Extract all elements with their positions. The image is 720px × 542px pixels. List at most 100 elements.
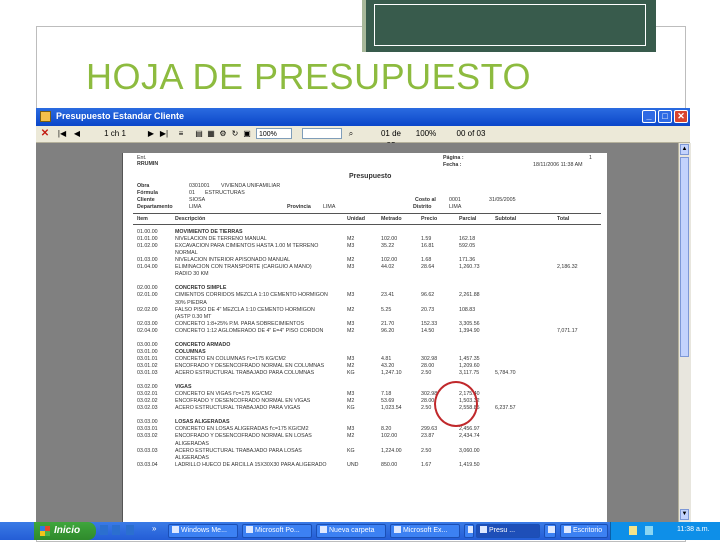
company-name: RRUMIN: [137, 161, 159, 167]
table-row: 03.03.02 ENCOFRADO Y DESENCOFRADO NORMAL …: [123, 433, 607, 440]
tray-icon[interactable]: [629, 526, 637, 535]
table-row: 02.01.00 CIMIENTOS CORRIDOS MEZCLA 1:10 C…: [123, 292, 607, 299]
report-viewer-window[interactable]: Presupuesto Estandar Cliente _ □ ✕ ✕ |◀ …: [36, 108, 691, 522]
taskbar-button[interactable]: Microsoft Ex...: [390, 524, 460, 538]
row-item: 02.00.00: [137, 285, 158, 292]
row-unit: KG: [347, 405, 355, 412]
row-parcial: 1,260.73: [459, 264, 480, 271]
find-input[interactable]: [302, 128, 342, 139]
export-icon[interactable]: ▦: [206, 128, 216, 140]
row-description: EXCAVACION PARA CIMIENTOS HASTA 1.00 M T…: [175, 243, 319, 250]
row-description: MOVIMIENTO DE TIERRAS: [175, 229, 243, 235]
window-title: Presupuesto Estandar Cliente: [56, 111, 185, 121]
minimize-button[interactable]: _: [642, 110, 656, 123]
row-precio: 23.87: [421, 433, 435, 440]
row-unit: M2: [347, 398, 355, 405]
row-item: 03.01.02: [137, 362, 158, 369]
binoculars-icon[interactable]: ⌕: [346, 128, 356, 140]
row-metrado: 53.69: [381, 398, 395, 405]
window-titlebar[interactable]: Presupuesto Estandar Cliente _ □ ✕: [36, 108, 690, 126]
row-precio: 2.50: [421, 370, 432, 376]
scroll-up-button[interactable]: ▲: [680, 144, 689, 155]
row-unit: M2: [347, 327, 355, 334]
obra-value: VIVIENDA UNIFAMILIAR: [221, 183, 281, 189]
row-total: 2,186.32: [557, 264, 578, 271]
window-icon: [246, 526, 253, 533]
tray-icon[interactable]: [645, 526, 653, 535]
taskbar-button[interactable]: [544, 524, 556, 538]
first-page-button[interactable]: |◀: [56, 128, 68, 140]
obra-label: Obra: [137, 183, 150, 189]
document-area[interactable]: Ent. RRUMIN Página : 1 Fecha : 18/11/200…: [36, 143, 678, 522]
row-precio: 28.00: [421, 362, 435, 369]
report-toolbar: ✕ |◀ ◀ 1 ch 1 ▶ ▶| ≡ ▤ ▦ ⚙ ↻ ▣ 100% ⌕ 01…: [36, 126, 690, 150]
close-window-button[interactable]: ✕: [674, 110, 688, 123]
last-page-button[interactable]: ▶|: [158, 128, 170, 140]
print-icon[interactable]: ▤: [194, 128, 204, 140]
row-unit: M2: [347, 306, 355, 313]
costo-label: Costo al: [415, 197, 436, 203]
taskbar-button-label: Presu ...: [489, 527, 516, 534]
col-total: Total: [557, 216, 570, 222]
taskbar-button[interactable]: Presu ...: [476, 524, 540, 538]
window-icon: [548, 526, 555, 533]
taskbar-button[interactable]: [464, 524, 474, 538]
next-page-button[interactable]: ▶: [146, 128, 156, 140]
quicklaunch-icon[interactable]: [100, 525, 108, 535]
tree-icon[interactable]: ▣: [242, 128, 252, 140]
row-precio: 299.63: [421, 426, 438, 433]
system-tray: 11:38 a.m.: [610, 522, 720, 540]
row-item: 03.02.02: [137, 398, 158, 405]
taskbar-button[interactable]: Microsoft Po...: [242, 524, 312, 538]
taskbar-button[interactable]: Escritorio: [560, 524, 608, 538]
vertical-scrollbar[interactable]: ▲ ▼: [678, 143, 691, 522]
window-icon: [320, 526, 327, 533]
row-precio: 20.73: [421, 306, 435, 313]
quicklaunch-icon[interactable]: [112, 525, 120, 535]
window-icon: [394, 526, 401, 533]
setup-icon[interactable]: ⚙: [218, 128, 228, 140]
table-row: [123, 335, 607, 342]
row-unit: M2: [347, 257, 355, 264]
quicklaunch-more[interactable]: »: [152, 524, 156, 533]
table-row: 03.02.02 ENCOFRADO Y DESENCOFRADO NORMAL …: [123, 398, 607, 405]
row-precio: 302.98: [421, 355, 438, 362]
row-unit: KG: [347, 370, 355, 376]
taskbar-button[interactable]: Windows Me...: [168, 524, 238, 538]
scroll-down-button[interactable]: ▼: [680, 509, 689, 520]
row-description: FALSO PISO DE 4" MEZCLA 1:10 CEMENTO HOR…: [175, 306, 315, 313]
zoom-select[interactable]: 100%: [256, 128, 292, 139]
app-icon: [40, 111, 51, 122]
start-label: Inicio: [54, 525, 81, 536]
quicklaunch-icon[interactable]: [126, 525, 134, 535]
row-parcial: 592.05: [459, 243, 476, 250]
window-icon: [564, 526, 571, 533]
maximize-button[interactable]: □: [658, 110, 672, 123]
table-row: 03.01.02 ENCOFRADO Y DESENCOFRADO NORMAL …: [123, 363, 607, 370]
start-button[interactable]: Inicio: [34, 522, 96, 540]
provincia-value: LIMA: [323, 204, 336, 210]
row-precio: 14.50: [421, 327, 435, 334]
row-description: ALIGERADAS: [175, 454, 209, 461]
row-item: 03.01.03: [137, 370, 158, 376]
row-unit: M3: [347, 292, 355, 299]
report-heading: Presupuesto: [349, 173, 392, 180]
row-item: 02.04.00: [137, 327, 158, 334]
row-description: COLUMNAS: [175, 348, 206, 355]
row-precio: 152.33: [421, 320, 438, 327]
scroll-thumb[interactable]: [680, 157, 689, 357]
window-icon: [172, 526, 179, 533]
taskbar-button-label: Nueva carpeta: [329, 527, 375, 534]
row-description: 30% PIEDRA: [175, 299, 207, 306]
row-parcial: 1,209.60: [459, 362, 480, 369]
stop-icon[interactable]: ≡: [176, 128, 186, 140]
row-description: ENCOFRADO Y DESENCOFRADO NORMAL EN COLUM…: [175, 362, 325, 369]
refresh-icon[interactable]: ↻: [230, 128, 240, 140]
taskbar-button[interactable]: Nueva carpeta: [316, 524, 386, 538]
prev-page-button[interactable]: ◀: [72, 128, 82, 140]
table-row: 03.02.00 VIGAS: [123, 384, 607, 391]
row-unit: M2: [347, 236, 355, 243]
close-report-button[interactable]: ✕: [40, 128, 50, 140]
table-row: 03.01.03 ACERO ESTRUCTURAL TRABAJADO PARA…: [123, 370, 607, 377]
header-rule-bottom: [133, 224, 601, 225]
